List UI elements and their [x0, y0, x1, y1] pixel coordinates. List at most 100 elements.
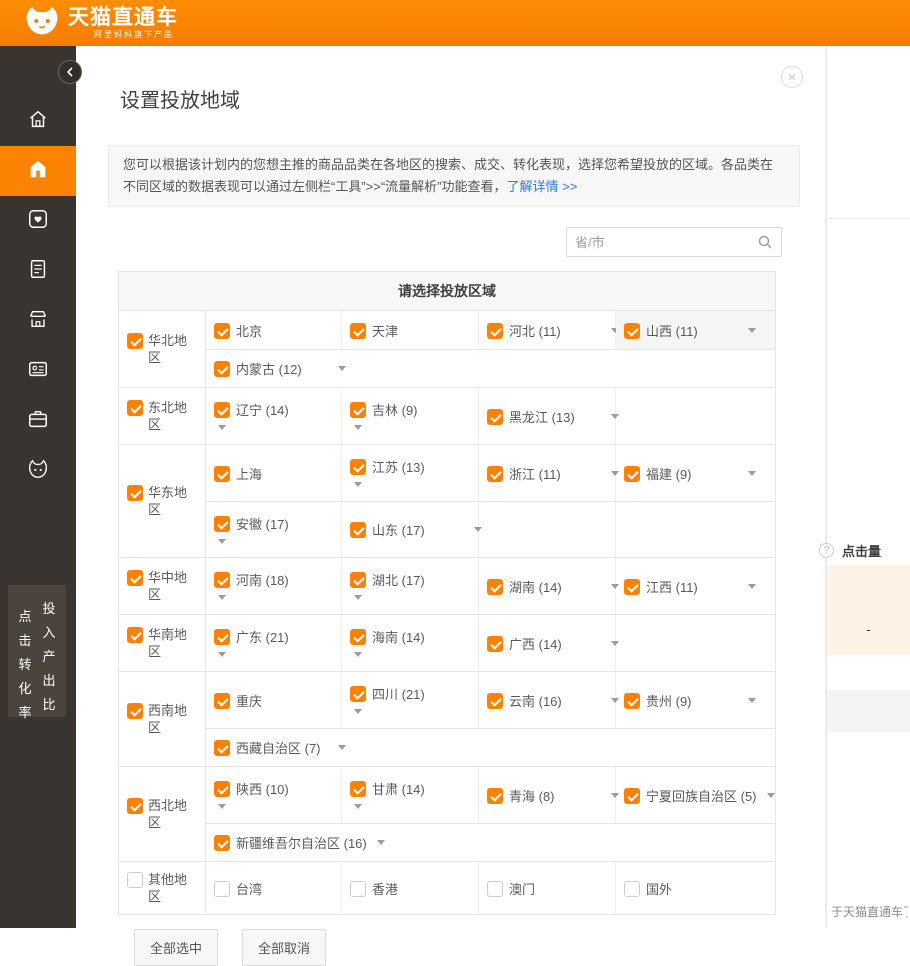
province-cell[interactable]: 西藏自治区 (7) [206, 728, 775, 766]
checkbox-checked[interactable] [487, 409, 503, 425]
province-cell[interactable]: 台湾 [206, 862, 342, 914]
province-cell[interactable]: 河北 (11) [479, 311, 616, 349]
brand-logo[interactable]: 天猫直通车 阿里妈妈旗下产品 [24, 5, 178, 42]
province-cell[interactable]: 新疆维吾尔自治区 (16) [206, 823, 775, 861]
checkbox-checked[interactable] [214, 466, 230, 482]
chevron-down-icon[interactable] [216, 423, 337, 432]
checkbox-checked[interactable] [127, 400, 143, 416]
checkbox-unchecked[interactable] [350, 881, 366, 897]
province-cell[interactable]: 海南 (14) [342, 615, 479, 671]
region-search-input[interactable] [567, 235, 757, 250]
province-cell[interactable]: 国外 [616, 862, 775, 914]
sidebar-item-home[interactable] [0, 96, 76, 146]
province-cell[interactable]: 山西 (11) [616, 311, 775, 349]
province-cell[interactable]: 广东 (21) [206, 615, 342, 671]
checkbox-unchecked[interactable] [127, 872, 143, 888]
province-cell[interactable]: 天津 [342, 311, 479, 349]
chevron-down-icon[interactable] [352, 650, 474, 659]
checkbox-checked[interactable] [624, 693, 640, 709]
checkbox-checked[interactable] [624, 788, 640, 804]
sidebar-item-favorites[interactable] [0, 196, 76, 246]
province-cell[interactable]: 云南 (16) [479, 672, 616, 728]
region-group-cell[interactable]: 西北地区 [119, 767, 206, 861]
checkbox-checked[interactable] [350, 629, 366, 645]
province-cell[interactable]: 吉林 (9) [342, 388, 479, 444]
checkbox-checked[interactable] [350, 522, 366, 538]
checkbox-checked[interactable] [350, 686, 366, 702]
checkbox-unchecked[interactable] [624, 881, 640, 897]
province-cell[interactable]: 山东 (17) [342, 502, 479, 557]
checkbox-checked[interactable] [127, 333, 143, 349]
province-cell[interactable]: 宁夏回族自治区 (5) [616, 767, 781, 823]
province-cell[interactable]: 辽宁 (14) [206, 388, 342, 444]
chevron-down-icon[interactable] [352, 707, 474, 716]
region-group-cell[interactable]: 东北地区 [119, 388, 206, 444]
checkbox-checked[interactable] [214, 516, 230, 532]
chevron-down-icon[interactable] [352, 423, 474, 432]
chevron-down-icon[interactable] [216, 802, 337, 811]
chevron-down-icon[interactable] [746, 696, 758, 705]
region-group-cell[interactable]: 西南地区 [119, 672, 206, 766]
province-cell[interactable]: 河南 (18) [206, 558, 342, 614]
checkbox-checked[interactable] [214, 361, 230, 377]
chevron-down-icon[interactable] [746, 582, 758, 591]
checkbox-checked[interactable] [214, 402, 230, 418]
region-group-cell[interactable]: 华北地区 [119, 311, 206, 387]
province-cell[interactable]: 青海 (8) [479, 767, 616, 823]
province-cell[interactable]: 陕西 (10) [206, 767, 342, 823]
checkbox-checked[interactable] [214, 693, 230, 709]
region-group-cell[interactable]: 其他地区 [119, 862, 206, 914]
checkbox-checked[interactable] [127, 703, 143, 719]
chevron-down-icon[interactable] [336, 743, 348, 752]
checkbox-checked[interactable] [214, 740, 230, 756]
chevron-down-icon[interactable] [216, 537, 337, 546]
checkbox-checked[interactable] [624, 579, 640, 595]
checkbox-checked[interactable] [127, 485, 143, 501]
chevron-down-icon[interactable] [216, 650, 337, 659]
cancel-all-button[interactable]: 全部取消 [242, 929, 326, 966]
province-cell[interactable]: 澳门 [479, 862, 616, 914]
chevron-down-icon[interactable] [216, 593, 337, 602]
province-cell[interactable]: 四川 (21) [342, 672, 479, 728]
province-cell[interactable]: 上海 [206, 445, 342, 501]
sidebar-item-tools[interactable] [0, 396, 76, 446]
chevron-down-icon[interactable] [352, 480, 474, 489]
checkbox-checked[interactable] [214, 835, 230, 851]
checkbox-checked[interactable] [487, 693, 503, 709]
checkbox-checked[interactable] [487, 788, 503, 804]
checkbox-checked[interactable] [350, 572, 366, 588]
checkbox-unchecked[interactable] [487, 881, 503, 897]
province-cell[interactable]: 重庆 [206, 672, 342, 728]
sidebar-item-account[interactable] [0, 346, 76, 396]
region-group-cell[interactable]: 华中地区 [119, 558, 206, 614]
province-cell[interactable]: 内蒙古 (12) [206, 349, 775, 387]
chevron-down-icon[interactable] [765, 791, 777, 800]
province-cell[interactable]: 福建 (9) [616, 445, 775, 501]
province-cell[interactable]: 黑龙江 (13) [479, 388, 616, 444]
checkbox-checked[interactable] [487, 636, 503, 652]
sidebar-item-tmall[interactable] [0, 446, 76, 496]
checkbox-checked[interactable] [214, 323, 230, 339]
checkbox-checked[interactable] [350, 323, 366, 339]
province-cell[interactable]: 香港 [342, 862, 479, 914]
sidebar-item-reports[interactable] [0, 246, 76, 296]
province-cell[interactable]: 广西 (14) [479, 615, 616, 671]
checkbox-checked[interactable] [624, 466, 640, 482]
province-cell[interactable]: 江西 (11) [616, 558, 775, 614]
province-cell[interactable]: 甘肃 (14) [342, 767, 479, 823]
search-icon[interactable] [757, 234, 781, 250]
chevron-down-icon[interactable] [746, 326, 758, 335]
sidebar-item-shop[interactable] [0, 296, 76, 346]
sidebar-item-campaign[interactable] [0, 146, 76, 196]
checkbox-checked[interactable] [350, 402, 366, 418]
close-icon[interactable]: ✕ [781, 66, 803, 88]
select-all-button[interactable]: 全部选中 [134, 929, 218, 966]
checkbox-checked[interactable] [624, 323, 640, 339]
checkbox-checked[interactable] [350, 781, 366, 797]
region-group-cell[interactable]: 华南地区 [119, 615, 206, 671]
sidebar-collapse-button[interactable] [58, 60, 82, 84]
checkbox-checked[interactable] [214, 781, 230, 797]
checkbox-unchecked[interactable] [214, 881, 230, 897]
checkbox-checked[interactable] [350, 459, 366, 475]
checkbox-checked[interactable] [214, 572, 230, 588]
